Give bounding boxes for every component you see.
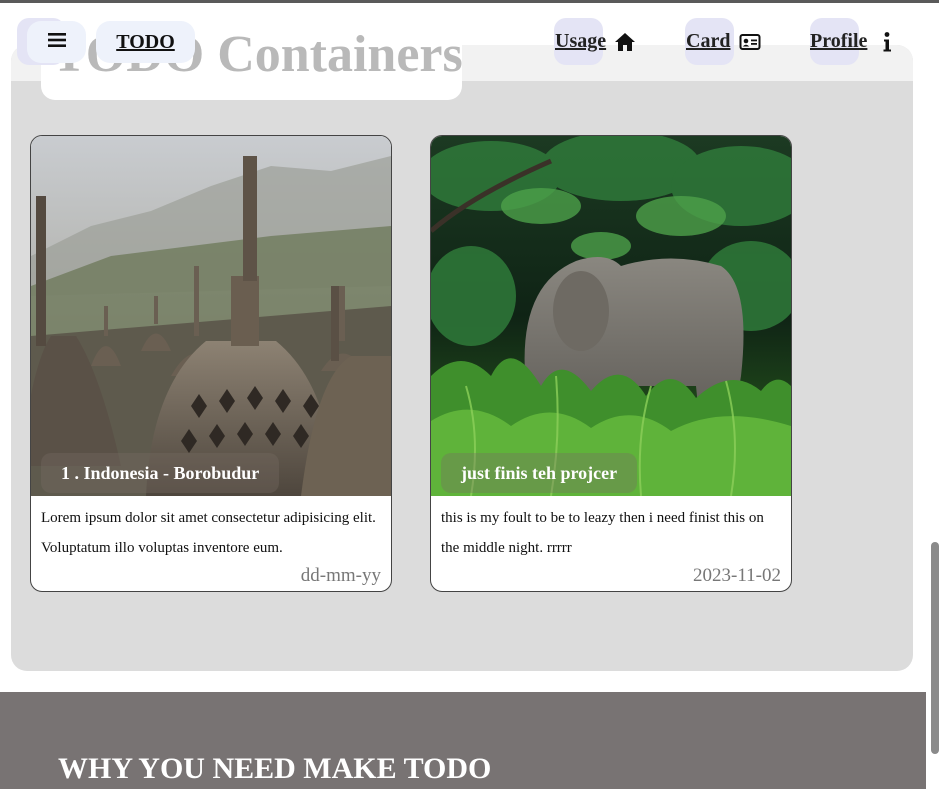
todo-card[interactable]: 1 . Indonesia - Borobudur Lorem ipsum do… xyxy=(30,135,392,592)
elephant-jungle-photo xyxy=(431,136,791,496)
nav-link-card[interactable]: Card xyxy=(686,30,730,53)
card-description: Lorem ipsum dolor sit amet consectetur a… xyxy=(41,510,376,556)
card-description: this is my foult to be to leazy then i n… xyxy=(441,510,764,556)
brand-button[interactable]: TODO xyxy=(96,21,195,63)
card-caption: just finis teh projcer xyxy=(441,453,638,493)
card-caption: 1 . Indonesia - Borobudur xyxy=(41,453,280,493)
scrollbar-thumb[interactable] xyxy=(931,542,939,754)
footer-heading: WHY YOU NEED MAKE TODO xyxy=(58,752,492,785)
id-card-icon[interactable] xyxy=(739,31,761,53)
hamburger-icon xyxy=(47,32,67,53)
card-date: dd-mm-yy xyxy=(300,565,381,586)
nav-link-profile[interactable]: Profile xyxy=(810,30,867,53)
temple-stupas-photo xyxy=(31,136,391,496)
menu-button[interactable] xyxy=(27,21,86,63)
nav-link-usage[interactable]: Usage xyxy=(555,30,606,53)
card-date: 2023-11-02 xyxy=(693,565,781,586)
info-icon[interactable] xyxy=(876,31,898,53)
brand-label: TODO xyxy=(116,30,175,53)
todo-card[interactable]: just finis teh projcer this is my foult … xyxy=(430,135,792,592)
window-top-edge xyxy=(0,0,939,3)
home-icon[interactable] xyxy=(614,31,636,53)
